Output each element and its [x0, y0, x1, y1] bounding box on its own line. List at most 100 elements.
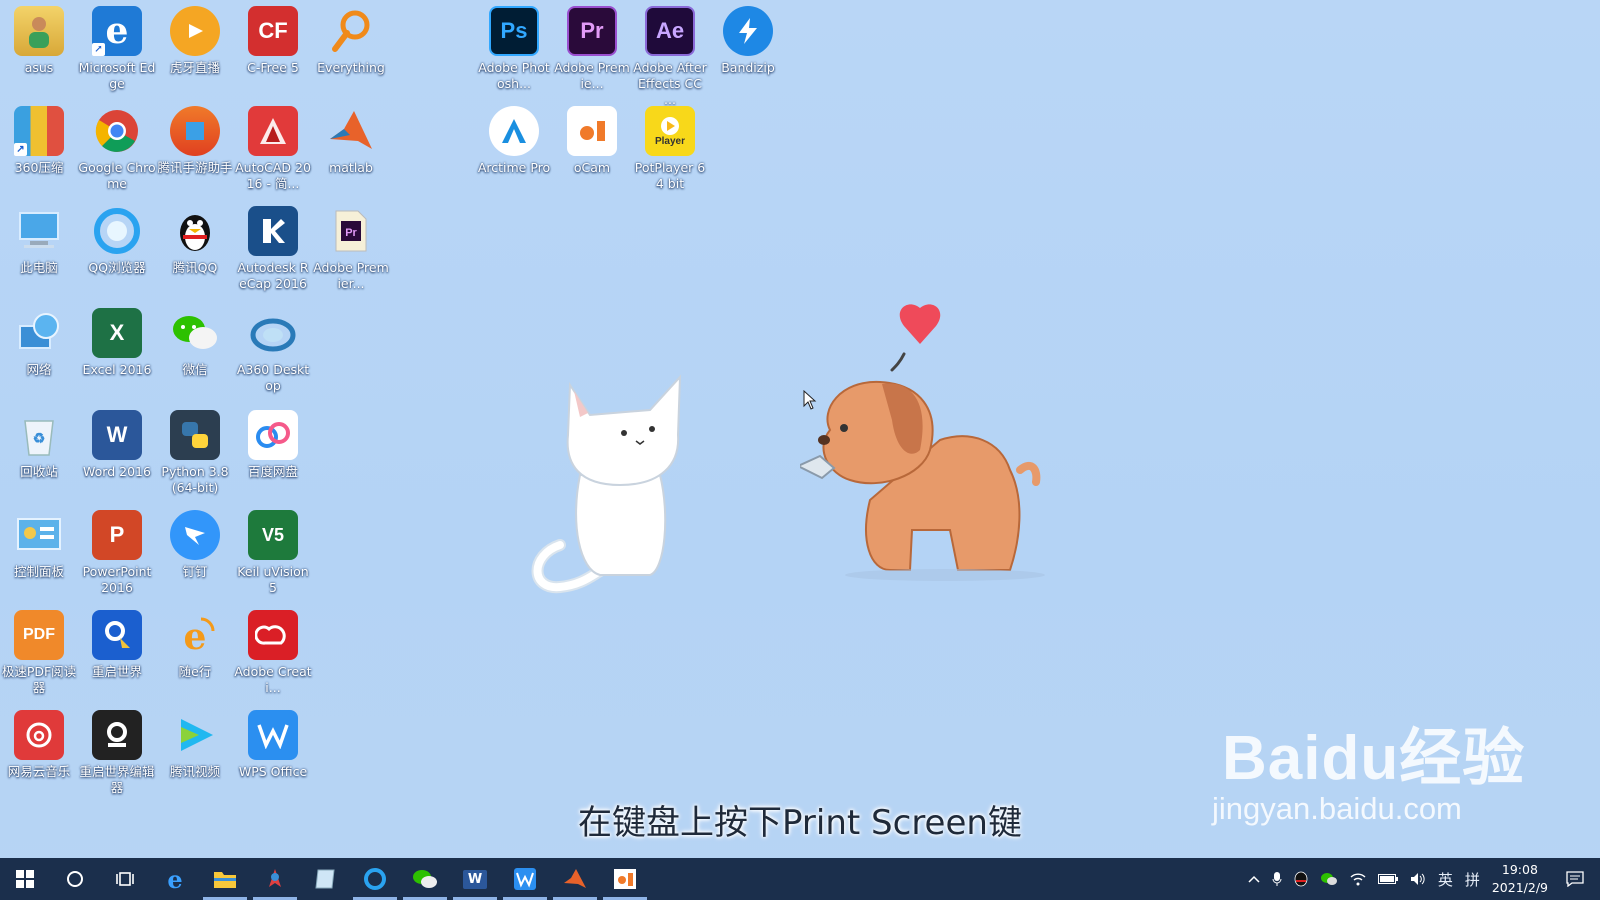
word-icon: W: [462, 869, 488, 889]
desktop-icon-qq-browser[interactable]: QQ浏览器: [78, 206, 156, 276]
desktop-icon-suiexing[interactable]: e 随e行: [156, 610, 234, 680]
desktop-icon-label: 重启世界: [91, 664, 142, 679]
desktop-icon-recycle-bin[interactable]: ♻ 回收站: [0, 410, 78, 480]
desktop-icon-chongqi-editor[interactable]: 重启世界编辑器: [78, 710, 156, 796]
task-view-icon: [116, 872, 134, 886]
desktop-icon-recap[interactable]: Autodesk ReCap 2016: [234, 206, 312, 292]
taskbar-clock[interactable]: 19:08 2021/2/9: [1492, 861, 1548, 897]
desktop-icon-python[interactable]: Python 3.8 (64-bit): [156, 410, 234, 496]
desktop-icon-label: 重启世界编辑器: [79, 764, 155, 795]
archive-icon: ↗: [14, 106, 64, 156]
desktop-icon-label: 网络: [26, 362, 52, 377]
watermark-url: jingyan.baidu.com: [1212, 791, 1462, 826]
desktop-icon-autocad[interactable]: AutoCAD 2016 - 简...: [234, 106, 312, 192]
desktop-icon-baidu-netdisk[interactable]: 百度网盘: [234, 410, 312, 480]
start-button[interactable]: [0, 858, 50, 900]
desktop-icon-wechat[interactable]: 微信: [156, 308, 234, 378]
desktop-icon-pdf-reader[interactable]: PDF 极速PDF阅读器: [0, 610, 78, 696]
dingtalk-icon: [170, 510, 220, 560]
desktop-icon-keil[interactable]: V5 Keil uVision5: [234, 510, 312, 596]
watermark-brand: Baidu经验: [1222, 724, 1526, 793]
desktop-icon-label: Everything: [317, 60, 385, 75]
creative-cloud-icon: [248, 610, 298, 660]
desktop-icon-label: C-Free 5: [247, 60, 299, 75]
desktop[interactable]: asus ↗ 360压缩 此电脑 网络 ♻ 回收站 控制面板 PDF 极速PDF…: [0, 0, 1600, 858]
desktop-icon-label: 腾讯手游助手: [157, 160, 233, 175]
microphone-icon[interactable]: [1272, 871, 1282, 887]
desktop-icon-potplayer[interactable]: Player PotPlayer 64 bit: [631, 106, 709, 192]
desktop-icon-netease-music[interactable]: 网易云音乐: [0, 710, 78, 780]
baidu-netdisk-icon: [248, 410, 298, 460]
desktop-icon-photoshop[interactable]: Ps Adobe Photosh...: [475, 6, 553, 92]
taskbar-file-explorer[interactable]: [200, 858, 250, 900]
taskbar-qq-browser[interactable]: [350, 858, 400, 900]
cortana-search-button[interactable]: [50, 858, 100, 900]
wifi-icon[interactable]: [1350, 872, 1366, 886]
desktop-icon-word[interactable]: W Word 2016: [78, 410, 156, 480]
taskbar-wps[interactable]: [500, 858, 550, 900]
desktop-icon-wps[interactable]: WPS Office: [234, 710, 312, 780]
taskbar-word[interactable]: W: [450, 858, 500, 900]
desktop-icon-label: 微信: [182, 362, 208, 377]
desktop-icon-label: Python 3.8 (64-bit): [161, 464, 229, 495]
desktop-icon-tencent-qq[interactable]: 腾讯QQ: [156, 206, 234, 276]
tray-wechat-icon[interactable]: [1320, 872, 1338, 886]
desktop-icon-tencent-video[interactable]: 腾讯视频: [156, 710, 234, 780]
desktop-icon-label: 随e行: [178, 664, 212, 679]
desktop-icon-bandizip[interactable]: Bandizip: [709, 6, 787, 76]
taskbar-notes[interactable]: [300, 858, 350, 900]
desktop-icon-label: Arctime Pro: [477, 160, 551, 175]
desktop-icon-label: PotPlayer 64 bit: [634, 160, 706, 191]
word-icon: W: [92, 410, 142, 460]
desktop-icon-ocam[interactable]: oCam: [553, 106, 631, 176]
desktop-icon-asus[interactable]: asus: [0, 6, 78, 76]
notification-center-icon[interactable]: [1566, 871, 1584, 887]
desktop-icon-huya[interactable]: 虎牙直播: [156, 6, 234, 76]
desktop-icon-control-panel[interactable]: 控制面板: [0, 510, 78, 580]
recycle-bin-icon: ♻: [14, 410, 64, 460]
task-view-button[interactable]: [100, 858, 150, 900]
desktop-icon-premiere-folder[interactable]: Pr Adobe Premier...: [312, 206, 390, 292]
desktop-icon-label: Autodesk ReCap 2016: [237, 260, 309, 291]
cortana-circle-icon: [67, 871, 83, 887]
desktop-icon-after-effects[interactable]: Ae Adobe After Effects CC ...: [631, 6, 709, 108]
cfree-icon: CF: [248, 6, 298, 56]
desktop-icon-this-pc[interactable]: 此电脑: [0, 206, 78, 276]
desktop-icon-tencent-game-assistant[interactable]: 腾讯手游助手: [156, 106, 234, 176]
desktop-icon-cfree[interactable]: CF C-Free 5: [234, 6, 312, 76]
taskbar-matlab[interactable]: [550, 858, 600, 900]
taskbar-ocam[interactable]: [600, 858, 650, 900]
desktop-icon-adobe-creative-cloud[interactable]: Adobe Creati...: [234, 610, 312, 696]
tray-overflow-chevron-up-icon[interactable]: [1248, 875, 1260, 883]
taskbar-edge[interactable]: e: [150, 858, 200, 900]
taskbar-wechat[interactable]: [400, 858, 450, 900]
desktop-icon-powerpoint[interactable]: P PowerPoint 2016: [78, 510, 156, 596]
volume-icon[interactable]: [1410, 872, 1426, 886]
qq-browser-icon: [364, 868, 386, 890]
everything-search-icon: [326, 6, 376, 56]
desktop-icon-excel[interactable]: X Excel 2016: [78, 308, 156, 378]
battery-icon[interactable]: [1377, 874, 1398, 884]
autocad-icon: [248, 106, 298, 156]
desktop-icon-chrome[interactable]: Google Chrome: [78, 106, 156, 192]
ime-mode-indicator[interactable]: 拼: [1465, 869, 1480, 890]
ime-language-indicator[interactable]: 英: [1438, 869, 1453, 890]
ocam-icon: [614, 869, 636, 889]
desktop-icon-label: Microsoft Edge: [78, 60, 156, 91]
tray-qq-icon[interactable]: [1294, 871, 1308, 887]
desktop-icon-network[interactable]: 网络: [0, 308, 78, 378]
taskbar-app-pen[interactable]: [250, 858, 300, 900]
desktop-icon-matlab[interactable]: matlab: [312, 106, 390, 176]
desktop-icon-360zip[interactable]: ↗ 360压缩: [0, 106, 78, 176]
pdf-reader-icon: PDF: [14, 610, 64, 660]
desktop-icon-dingtalk[interactable]: 钉钉: [156, 510, 234, 580]
recap-icon: [248, 206, 298, 256]
desktop-icon-everything[interactable]: Everything: [312, 6, 390, 76]
desktop-icon-arctime[interactable]: Arctime Pro: [475, 106, 553, 176]
desktop-icon-edge[interactable]: e ↗ Microsoft Edge: [78, 6, 156, 92]
desktop-icon-label: asus: [24, 60, 54, 75]
edge-icon: e: [167, 864, 183, 894]
desktop-icon-premiere[interactable]: Pr Adobe Premie...: [553, 6, 631, 92]
desktop-icon-a360[interactable]: A360 Desktop: [234, 308, 312, 394]
desktop-icon-chongqi-world[interactable]: 重启世界: [78, 610, 156, 680]
